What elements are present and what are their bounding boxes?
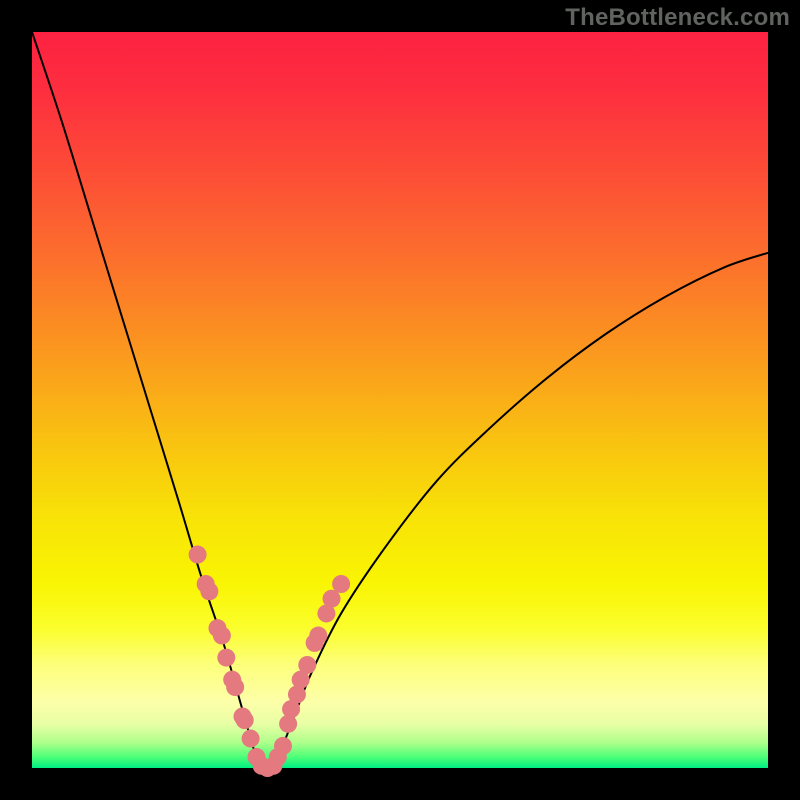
- highlight-dot: [274, 737, 292, 755]
- highlight-dot: [332, 575, 350, 593]
- chart-stage: TheBottleneck.com: [0, 0, 800, 800]
- highlight-dot: [200, 582, 218, 600]
- bottleneck-chart: [0, 0, 800, 800]
- highlight-dot: [217, 649, 235, 667]
- highlight-dot: [242, 730, 260, 748]
- highlight-dot: [226, 678, 244, 696]
- highlight-dot: [298, 656, 316, 674]
- highlight-dot: [213, 627, 231, 645]
- plot-area: [32, 32, 768, 768]
- attribution-text: TheBottleneck.com: [565, 4, 790, 32]
- highlight-dot: [323, 590, 341, 608]
- highlight-dot: [189, 546, 207, 564]
- highlight-dot: [309, 627, 327, 645]
- highlight-dot: [236, 711, 254, 729]
